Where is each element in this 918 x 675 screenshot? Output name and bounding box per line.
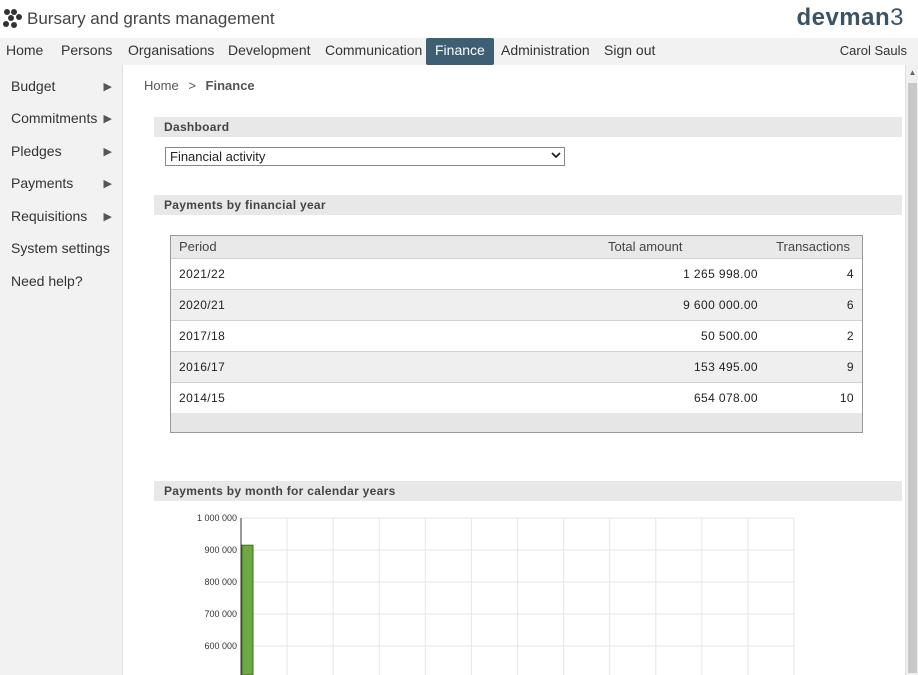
table-row[interactable]: 2021/22 1 265 998.00 4 bbox=[171, 258, 862, 289]
sidebar-item-requisitions[interactable]: Requisitions ▶ bbox=[11, 204, 115, 228]
cell-period: 2021/22 bbox=[179, 267, 226, 281]
sidebar-item-need-help[interactable]: Need help? bbox=[11, 269, 115, 293]
table-row[interactable]: 2020/21 9 600 000.00 6 bbox=[171, 289, 862, 320]
top-bar: Bursary and grants management devman3 bbox=[0, 0, 918, 38]
cell-period: 2020/21 bbox=[179, 298, 226, 312]
brand-text: devman bbox=[796, 4, 891, 31]
sidebar-item-label: Payments bbox=[11, 175, 74, 191]
cell-period: 2016/17 bbox=[179, 360, 226, 374]
y-tick-label: 700 000 bbox=[204, 609, 237, 619]
cell-amount: 9 600 000.00 bbox=[683, 298, 758, 312]
cell-amount: 654 078.00 bbox=[693, 391, 758, 405]
app-title: Bursary and grants management bbox=[27, 9, 275, 28]
sidebar-item-pledges[interactable]: Pledges ▶ bbox=[11, 139, 115, 163]
cell-amount: 153 495.00 bbox=[693, 360, 758, 374]
vertical-scrollbar[interactable]: ▲ bbox=[905, 65, 918, 675]
column-header-transactions[interactable]: Transactions bbox=[776, 239, 850, 254]
sidebar-item-commitments[interactable]: Commitments ▶ bbox=[11, 106, 115, 130]
sidebar-item-label: System settings bbox=[11, 240, 110, 256]
dashboard-select-value: Financial activity bbox=[170, 149, 266, 164]
brand-logo: devman3 bbox=[796, 4, 904, 32]
cell-count: 6 bbox=[846, 298, 854, 312]
y-tick-label: 900 000 bbox=[204, 545, 237, 555]
breadcrumb-home[interactable]: Home bbox=[144, 78, 179, 93]
cell-period: 2017/18 bbox=[179, 329, 226, 343]
sidebar-item-label: Need help? bbox=[11, 273, 83, 289]
sidebar-item-budget[interactable]: Budget ▶ bbox=[11, 74, 115, 98]
triangle-right-icon: ▶ bbox=[103, 81, 112, 93]
breadcrumb-separator: > bbox=[188, 78, 196, 93]
cell-amount: 1 265 998.00 bbox=[683, 267, 758, 281]
triangle-right-icon: ▶ bbox=[103, 113, 112, 125]
nav-finance[interactable]: Finance bbox=[426, 38, 494, 65]
brand-number: 3 bbox=[890, 4, 904, 31]
nav-administration[interactable]: Administration bbox=[492, 38, 599, 65]
triangle-right-icon: ▶ bbox=[103, 146, 112, 158]
sidebar-item-label: Budget bbox=[11, 78, 56, 94]
main-nav: Home Persons Organisations Development C… bbox=[0, 38, 918, 65]
triangle-right-icon: ▶ bbox=[103, 211, 112, 223]
cell-count: 9 bbox=[846, 360, 854, 374]
payments-by-month-header: Payments by month for calendar years bbox=[154, 481, 902, 501]
column-header-total-amount[interactable]: Total amount bbox=[608, 239, 682, 254]
payments-by-year-table: Period Total amount Transactions 2021/22… bbox=[170, 235, 863, 433]
chevron-down-icon bbox=[551, 149, 561, 166]
scroll-up-icon[interactable]: ▲ bbox=[906, 67, 918, 79]
cell-amount: 50 500.00 bbox=[701, 329, 758, 343]
table-row[interactable]: 2016/17 153 495.00 9 bbox=[171, 351, 862, 382]
nav-communication[interactable]: Communication bbox=[316, 38, 431, 65]
table-header: Period Total amount Transactions bbox=[171, 236, 862, 258]
table-row[interactable]: 2017/18 50 500.00 2 bbox=[171, 320, 862, 351]
nav-persons[interactable]: Persons bbox=[52, 38, 121, 65]
payments-by-month-chart: 1 000 000 900 000 800 000 700 000 600 000 bbox=[154, 510, 854, 675]
payments-by-year-header: Payments by financial year bbox=[154, 195, 902, 215]
main-content: Home > Finance Dashboard Financial activ… bbox=[123, 65, 905, 675]
dashboard-header: Dashboard bbox=[154, 117, 902, 137]
scroll-thumb[interactable] bbox=[908, 83, 917, 673]
sidebar-item-label: Pledges bbox=[11, 143, 62, 159]
y-tick-label: 1 000 000 bbox=[197, 513, 237, 523]
sidebar-item-payments[interactable]: Payments ▶ bbox=[11, 171, 115, 195]
logo-icon bbox=[3, 9, 22, 28]
y-tick-label: 800 000 bbox=[204, 577, 237, 587]
user-name[interactable]: Carol Sauls bbox=[840, 38, 907, 63]
column-header-period[interactable]: Period bbox=[179, 239, 217, 254]
cell-count: 10 bbox=[839, 391, 854, 405]
chart-bar bbox=[241, 544, 254, 675]
chart-svg: 1 000 000 900 000 800 000 700 000 600 000 bbox=[197, 513, 795, 675]
nav-organisations[interactable]: Organisations bbox=[119, 38, 223, 65]
sidebar: Budget ▶ Commitments ▶ Pledges ▶ Payment… bbox=[0, 65, 123, 675]
cell-count: 2 bbox=[846, 329, 854, 343]
sidebar-item-system-settings[interactable]: System settings bbox=[11, 236, 115, 260]
table-row[interactable]: 2014/15 654 078.00 10 bbox=[171, 382, 862, 413]
breadcrumb-current: Finance bbox=[205, 78, 255, 93]
sidebar-item-label: Commitments bbox=[11, 110, 98, 126]
cell-count: 4 bbox=[846, 267, 854, 281]
nav-home[interactable]: Home bbox=[0, 38, 52, 65]
y-tick-label: 600 000 bbox=[204, 641, 237, 651]
nav-development[interactable]: Development bbox=[219, 38, 320, 65]
nav-sign-out[interactable]: Sign out bbox=[595, 38, 664, 65]
triangle-right-icon: ▶ bbox=[103, 178, 112, 190]
dashboard-select[interactable]: Financial activity bbox=[165, 147, 565, 166]
cell-period: 2014/15 bbox=[179, 391, 226, 405]
breadcrumb: Home > Finance bbox=[144, 78, 255, 93]
sidebar-item-label: Requisitions bbox=[11, 208, 88, 224]
